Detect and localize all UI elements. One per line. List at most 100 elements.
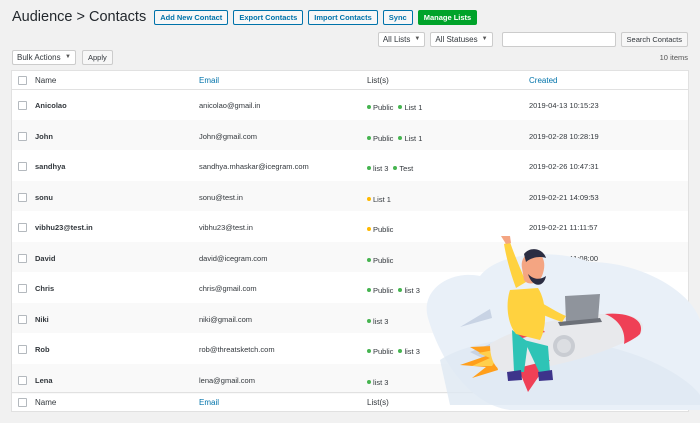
items-count: 10 items	[659, 53, 688, 62]
bulk-actions-value: Bulk Actions	[17, 53, 61, 62]
status-dot-icon	[398, 105, 403, 109]
contact-lists: Public list 3	[367, 347, 425, 356]
status-dot-icon	[367, 196, 371, 201]
bulk-actions-select[interactable]: Bulk Actions ▼	[12, 50, 76, 65]
column-header-created[interactable]: Created	[529, 76, 557, 85]
chevron-down-icon: ▼	[481, 36, 488, 42]
column-header-email[interactable]: Email	[199, 76, 219, 85]
column-footer-lists: List(s)	[367, 398, 389, 407]
contact-created: 2019-04-13 10:15:23	[529, 101, 599, 110]
contact-name[interactable]: Lena	[35, 376, 53, 385]
row-checkbox[interactable]	[18, 253, 27, 263]
list-tag: List 1	[398, 134, 422, 143]
contact-email: anicolao@gmail.in	[199, 101, 261, 110]
table-row: Anicolao anicolao@gmail.in Public List 1 201…	[12, 89, 688, 120]
list-tag-label: list 3	[404, 286, 420, 295]
contact-lists: list 3 Test	[367, 164, 418, 173]
contact-lists: Public list 3	[367, 286, 425, 295]
contact-created: 2019-02-21 11:11:57	[529, 223, 598, 232]
list-tag: Public	[367, 103, 393, 112]
contact-name[interactable]: Niki	[35, 315, 49, 324]
list-tag-label: Public	[373, 286, 394, 295]
lists-filter-select[interactable]: All Lists ▼	[377, 32, 426, 47]
row-checkbox[interactable]	[18, 314, 27, 324]
status-dot-icon	[398, 288, 403, 292]
column-header-lists: List(s)	[367, 76, 389, 85]
status-filter-value: All Statuses	[435, 35, 478, 44]
select-all-checkbox[interactable]	[18, 76, 27, 85]
search-contacts-button[interactable]: Search Contacts	[620, 32, 688, 47]
list-tag: Public	[367, 347, 393, 356]
manage-lists-button[interactable]: Manage Lists	[417, 9, 478, 25]
export-contacts-button[interactable]: Export Contacts	[233, 9, 304, 25]
table-row: sonu sonu@test.in List 1 2019-02-21 14:09:5…	[12, 180, 688, 211]
status-dot-icon	[367, 257, 371, 262]
row-checkbox[interactable]	[18, 101, 27, 110]
column-header-name: Name	[35, 76, 57, 85]
apply-button[interactable]: Apply	[82, 50, 113, 65]
import-contacts-button[interactable]: Import Contacts	[308, 9, 378, 25]
row-checkbox[interactable]	[18, 223, 27, 232]
row-checkbox[interactable]	[18, 345, 27, 354]
list-tag: list 3	[398, 347, 420, 356]
row-checkbox[interactable]	[18, 131, 27, 141]
page-title: Audience > Contacts	[12, 9, 147, 25]
contact-name[interactable]: David	[35, 254, 55, 263]
status-dot-icon	[398, 349, 403, 353]
contact-name[interactable]: vibhu23@test.in	[35, 223, 93, 232]
list-tag-label: Public	[373, 225, 394, 234]
list-tag-label: List 1	[373, 194, 391, 204]
table-header-row: Name Email List(s) Created	[12, 71, 688, 90]
table-row: Rob rob@threatsketch.com Public list 3	[12, 333, 688, 364]
status-filter-select[interactable]: All Statuses ▼	[430, 32, 493, 47]
list-tag-label: List 1	[404, 133, 423, 143]
add-new-contact-button[interactable]: Add New Contact	[154, 9, 229, 25]
list-tag: Public	[367, 286, 393, 295]
table-row: Niki niki@gmail.com list 3	[12, 302, 688, 333]
table-row: Chris chris@gmail.com Public list 3 17:03:41	[12, 272, 688, 303]
list-tag: Test	[393, 164, 413, 173]
status-dot-icon	[398, 135, 403, 140]
list-tag-label: Public	[373, 133, 394, 143]
filter-bar: All Lists ▼ All Statuses ▼ Search Contac…	[373, 32, 688, 47]
contact-name[interactable]: Chris	[35, 284, 54, 293]
row-checkbox[interactable]	[18, 284, 27, 293]
status-dot-icon	[367, 318, 371, 323]
contact-lists: Public	[367, 256, 398, 265]
contact-name[interactable]: Rob	[35, 345, 50, 354]
list-tag-label: List 1	[404, 103, 423, 112]
contact-name[interactable]: Anicolao	[35, 101, 67, 110]
list-tag: List 1	[398, 103, 422, 112]
list-tag-label: list 3	[373, 377, 389, 387]
row-checkbox[interactable]	[18, 375, 27, 385]
list-tag-label: Public	[373, 103, 394, 112]
row-checkbox[interactable]	[18, 192, 27, 202]
contact-email: sandhya.mhaskar@icegram.com	[199, 162, 309, 171]
row-checkbox[interactable]	[18, 162, 27, 171]
list-tag: Public	[367, 225, 393, 234]
contact-email: chris@gmail.com	[199, 284, 257, 293]
contact-lists: list 3	[367, 317, 393, 326]
contact-email: david@icegram.com	[199, 253, 268, 263]
bulk-actions-bar: Bulk Actions ▼ Apply	[12, 50, 113, 65]
sync-button[interactable]: Sync	[382, 9, 413, 25]
list-tag: Public	[367, 134, 393, 143]
column-footer-created[interactable]: Created	[529, 398, 557, 407]
column-footer-email[interactable]: Email	[199, 398, 219, 407]
status-dot-icon	[393, 166, 398, 170]
contact-email: niki@gmail.com	[199, 314, 253, 324]
search-input[interactable]	[501, 32, 616, 47]
list-tag-label: list 3	[373, 164, 389, 173]
status-dot-icon	[367, 379, 371, 384]
column-footer-name: Name	[35, 398, 57, 407]
select-all-checkbox-footer[interactable]	[18, 398, 27, 407]
status-dot-icon	[367, 135, 371, 140]
status-dot-icon	[367, 166, 371, 170]
lists-filter-value: All Lists	[382, 35, 411, 44]
contact-name[interactable]: sonu	[35, 193, 53, 202]
table-row: John John@gmail.com Public List 1 2019-02-28…	[12, 119, 688, 150]
contact-name[interactable]: John	[35, 132, 53, 141]
contact-lists: list 3	[367, 378, 393, 387]
list-tag: list 3	[367, 164, 388, 173]
contact-name[interactable]: sandhya	[35, 162, 65, 171]
